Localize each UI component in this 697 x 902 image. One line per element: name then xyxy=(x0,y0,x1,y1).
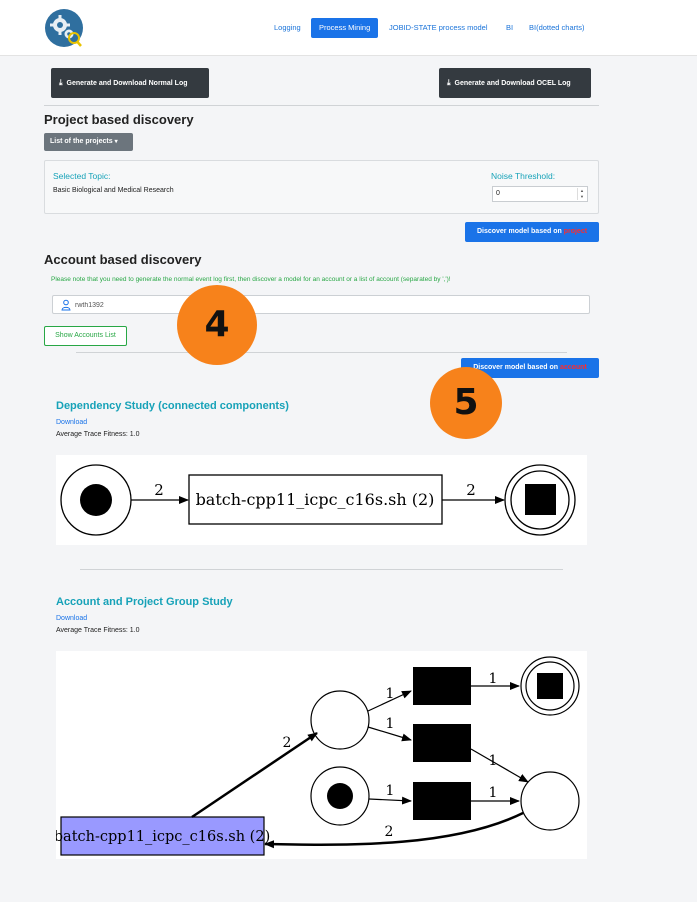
caret-down-icon: ▾ xyxy=(114,139,118,145)
user-icon xyxy=(61,299,71,311)
generate-ocel-log-button[interactable]: ⤓ Generate and Download OCEL Log xyxy=(439,68,591,98)
start-place xyxy=(310,766,370,826)
discover-project-button[interactable]: Discover model based on project xyxy=(465,222,599,242)
dependency-petri-net: 2 batch-cpp11_icpc_c16s.sh (2) 2 xyxy=(56,455,587,545)
arc-label: 1 xyxy=(386,783,395,799)
discover-project-prefix: Discover model based on xyxy=(476,228,564,235)
group-petri-net: batch-cpp11_icpc_c16s.sh (2) 2 1 1 1 1 1… xyxy=(56,651,587,859)
discover-account-prefix: Discover model based on xyxy=(473,364,560,371)
arc-label: 1 xyxy=(489,671,498,687)
noise-threshold-input[interactable]: 0 ▲ ▼ xyxy=(492,186,588,202)
divider xyxy=(44,105,599,106)
discover-project-highlight: project xyxy=(563,228,588,235)
dependency-study-title: Dependency Study (connected components) xyxy=(56,400,289,412)
arc-label: 1 xyxy=(489,785,498,801)
topic-card: Selected Topic: Basic Biological and Med… xyxy=(44,160,599,214)
dependency-download-link[interactable]: Download xyxy=(56,419,87,426)
nav-logging[interactable]: Logging xyxy=(274,18,301,38)
arc xyxy=(470,748,529,783)
silent-transition xyxy=(413,782,471,820)
place-merge xyxy=(520,771,580,831)
projects-dropdown[interactable]: List of the projects ▾ xyxy=(44,133,133,151)
arc-label: 1 xyxy=(489,753,498,769)
arc xyxy=(368,796,412,805)
start-place xyxy=(60,464,132,536)
step-badge-5: 5 xyxy=(430,367,502,439)
account-input-group xyxy=(52,295,590,314)
end-place xyxy=(520,656,580,716)
account-input[interactable] xyxy=(75,298,575,312)
group-fitness-text: Average Trace Fitness: 1.0 xyxy=(56,627,140,634)
noise-threshold-value: 0 xyxy=(496,190,500,197)
arc-label: 2 xyxy=(385,824,394,840)
discover-account-highlight: account xyxy=(559,364,587,371)
nav-jobid-state[interactable]: JOBID-STATE process model xyxy=(389,18,488,38)
account-discovery-title: Account based discovery xyxy=(44,252,202,267)
transition-label: batch-cpp11_icpc_c16s.sh (2) xyxy=(56,829,270,845)
divider xyxy=(80,569,563,570)
arc xyxy=(191,731,318,819)
group-study-title: Account and Project Group Study xyxy=(56,596,233,608)
end-place xyxy=(504,464,576,536)
transition-label: batch-cpp11_icpc_c16s.sh (2) xyxy=(196,490,435,509)
group-download-link[interactable]: Download xyxy=(56,615,87,622)
place-top xyxy=(310,690,370,750)
arc-label: 1 xyxy=(386,686,395,702)
top-navbar: Logging Process Mining JOBID-STATE proce… xyxy=(0,0,697,56)
arc-label: 2 xyxy=(466,481,476,499)
selected-topic-label: Selected Topic: xyxy=(53,171,111,181)
gears-logo-icon[interactable] xyxy=(43,8,85,48)
divider xyxy=(76,352,567,353)
number-spinner[interactable]: ▲ ▼ xyxy=(577,188,586,200)
download-icon: ⤓ xyxy=(59,78,63,87)
arc-label: 2 xyxy=(283,735,292,751)
projects-dropdown-label: List of the projects xyxy=(50,138,113,145)
selected-topic-value: Basic Biological and Medical Research xyxy=(53,187,174,194)
generate-normal-log-button[interactable]: ⤓ Generate and Download Normal Log xyxy=(51,68,209,98)
download-icon: ⤓ xyxy=(447,78,451,87)
project-discovery-title: Project based discovery xyxy=(44,112,194,127)
nav-process-mining[interactable]: Process Mining xyxy=(311,18,379,38)
step-badge-4: 4 xyxy=(177,285,257,365)
nav-bi-dotted[interactable]: BI(dotted charts) xyxy=(529,18,584,38)
arc-label: 2 xyxy=(154,481,164,499)
arc xyxy=(264,811,524,849)
generate-normal-log-label: Generate and Download Normal Log xyxy=(66,80,188,87)
nav-bi[interactable]: BI xyxy=(506,18,513,38)
show-accounts-button[interactable]: Show Accounts List xyxy=(44,326,127,346)
generate-ocel-log-label: Generate and Download OCEL Log xyxy=(454,80,571,87)
dependency-fitness-text: Average Trace Fitness: 1.0 xyxy=(56,431,140,438)
silent-transition xyxy=(413,667,471,705)
silent-transition xyxy=(413,724,471,762)
noise-threshold-label: Noise Threshold: xyxy=(491,171,556,181)
account-discovery-note: Please note that you need to generate th… xyxy=(51,276,451,283)
arc-label: 1 xyxy=(386,716,395,732)
